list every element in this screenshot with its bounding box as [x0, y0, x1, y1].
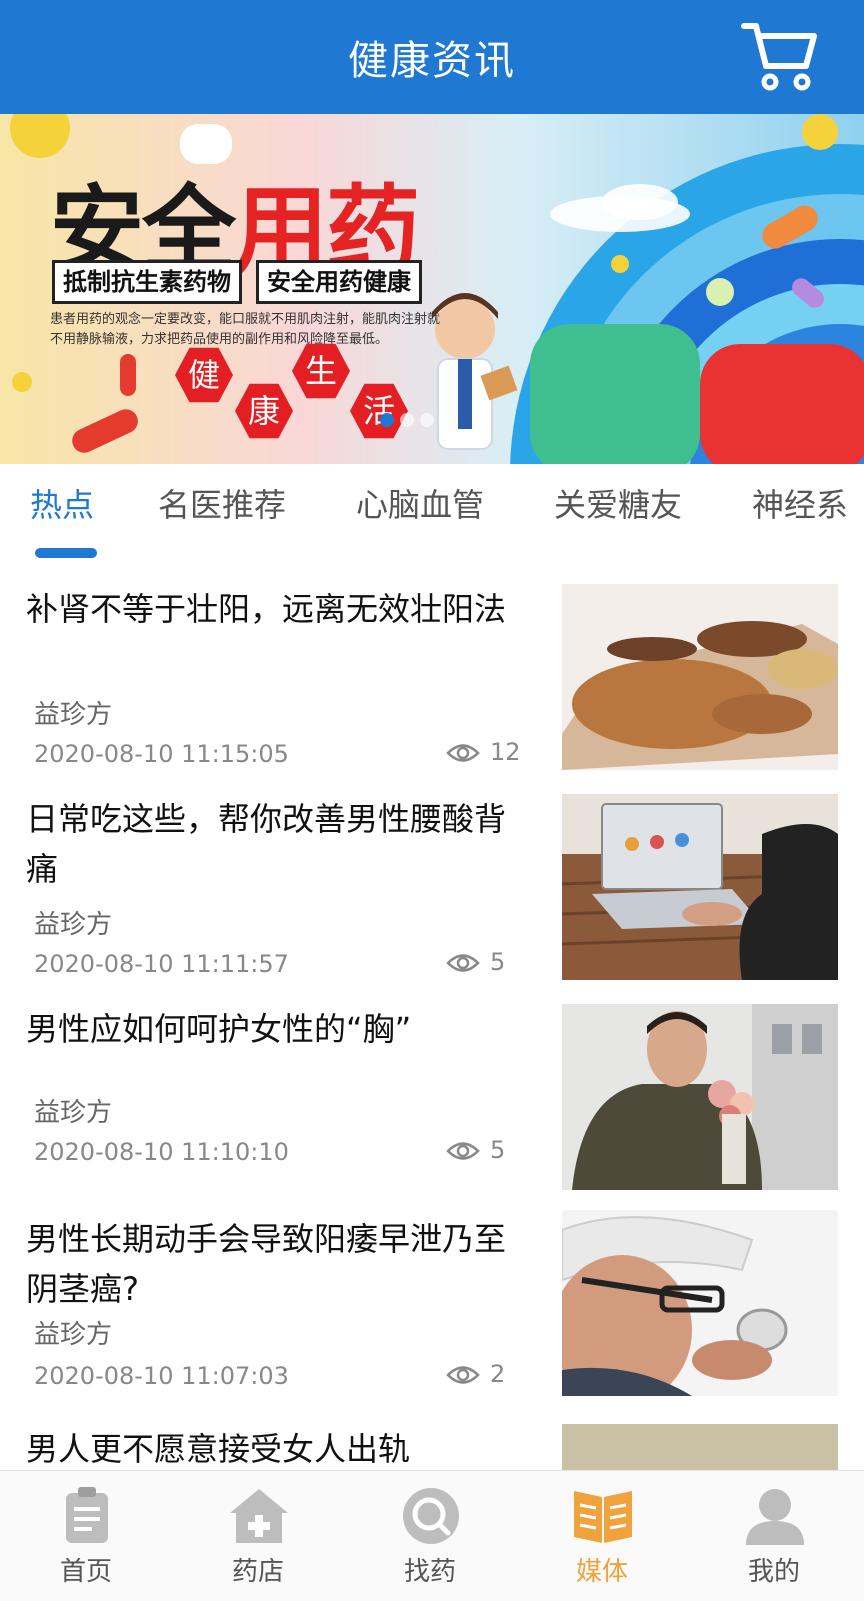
man-helmet-photo[interactable] — [562, 1210, 838, 1396]
carousel-dot[interactable] — [380, 413, 394, 427]
tabbar-item-home[interactable]: 首页 — [0, 1471, 172, 1601]
article-source: 益珍方 — [34, 1320, 113, 1350]
carousel-indicator[interactable] — [380, 412, 440, 431]
article-date: 2020-08-10 11:11:57 — [34, 950, 289, 978]
tab-cardio[interactable]: 心脑血管 — [356, 480, 484, 526]
article-source: 益珍方 — [34, 910, 113, 940]
pharmacy-icon — [230, 1489, 288, 1543]
tabbar-item-pharmacy[interactable]: 药店 — [172, 1471, 344, 1601]
bottom-tab-bar: 首页 药店 找药 媒体 我的 — [0, 1470, 864, 1601]
clipboard-icon — [66, 1487, 108, 1543]
book-icon — [574, 1491, 632, 1543]
list-item[interactable]: 男人更不愿意接受女人出轨 — [0, 1404, 864, 1470]
article-date: 2020-08-10 11:07:03 — [34, 1362, 289, 1390]
app-header: 健康资讯 — [0, 0, 864, 114]
article-title[interactable]: 男性长期动手会导致阳痿早泄乃至阴茎癌? — [26, 1214, 526, 1314]
view-count-value: 5 — [490, 1136, 506, 1164]
view-count: 5 — [446, 948, 505, 976]
search-icon — [403, 1488, 459, 1544]
tabbar-item-profile[interactable]: 我的 — [688, 1471, 860, 1601]
list-item[interactable]: 男性长期动手会导致阳痿早泄乃至阴茎癌? 益珍方 2020-08-10 11:07… — [0, 1194, 864, 1404]
category-tabs: 热点 名医推荐 心脑血管 关爱糖友 神经系 — [0, 464, 864, 564]
cart-icon[interactable] — [740, 18, 820, 94]
tabbar-label: 找药 — [403, 1557, 456, 1587]
eye-icon — [446, 744, 480, 762]
article-source: 益珍方 — [34, 700, 113, 730]
list-item[interactable]: 日常吃这些，帮你改善男性腰酸背痛 益珍方 2020-08-10 11:11:57… — [0, 774, 864, 984]
man-flowers-photo[interactable] — [562, 1004, 838, 1190]
tab-hot[interactable]: 热点 — [30, 480, 94, 526]
article-date: 2020-08-10 11:10:10 — [34, 1138, 289, 1166]
promo-banner[interactable]: 安全用药 抵制抗生素药物 安全用药健康 患者用药的观念一定要改变，能口服就不用肌… — [0, 114, 864, 464]
tabbar-label: 媒体 — [575, 1557, 628, 1587]
page-title: 健康资讯 — [348, 38, 516, 84]
article-title[interactable]: 补肾不等于壮阳，远离无效壮阳法 — [26, 584, 526, 634]
tab-active-indicator — [35, 548, 97, 558]
tabbar-label: 首页 — [59, 1557, 112, 1587]
tab-diabetes[interactable]: 关爱糖友 — [554, 480, 682, 526]
list-item[interactable]: 补肾不等于壮阳，远离无效壮阳法 益珍方 2020-08-10 11:15:05 … — [0, 564, 864, 774]
view-count-value: 2 — [490, 1360, 506, 1388]
article-date: 2020-08-10 11:15:05 — [34, 740, 289, 768]
tab-neurology[interactable]: 神经系 — [752, 480, 848, 526]
view-count: 5 — [446, 1136, 505, 1164]
view-count-value: 12 — [490, 738, 521, 766]
article-list: 补肾不等于壮阳，远离无效壮阳法 益珍方 2020-08-10 11:15:05 … — [0, 564, 864, 1470]
view-count: 2 — [446, 1360, 505, 1388]
nuts-photo[interactable] — [562, 584, 838, 770]
partial-photo[interactable] — [562, 1424, 838, 1470]
carousel-dot[interactable] — [420, 413, 434, 427]
user-icon — [746, 1489, 804, 1545]
banner-tag-1: 抵制抗生素药物 — [52, 260, 242, 304]
article-title[interactable]: 日常吃这些，帮你改善男性腰酸背痛 — [26, 794, 526, 894]
banner-tag-2: 安全用药健康 — [256, 260, 422, 304]
eye-icon — [446, 1366, 480, 1384]
tabbar-label: 我的 — [747, 1557, 800, 1587]
tabbar-label: 药店 — [231, 1557, 284, 1587]
view-count: 12 — [446, 738, 521, 766]
article-source: 益珍方 — [34, 1098, 113, 1128]
tab-famous-doctors[interactable]: 名医推荐 — [158, 480, 286, 526]
article-title[interactable]: 男性应如何呵护女性的“胸” — [26, 1004, 526, 1054]
eye-icon — [446, 1142, 480, 1160]
carousel-dot[interactable] — [400, 413, 414, 427]
eye-icon — [446, 954, 480, 972]
banner-description: 患者用药的观念一定要改变，能口服就不用肌肉注射，能肌肉注射就不用静脉输液，力求把… — [50, 312, 441, 347]
tabbar-item-media[interactable]: 媒体 — [516, 1471, 688, 1601]
laptop-photo[interactable] — [562, 794, 838, 980]
article-title[interactable]: 男人更不愿意接受女人出轨 — [26, 1424, 526, 1470]
view-count-value: 5 — [490, 948, 506, 976]
tabbar-item-find-medicine[interactable]: 找药 — [344, 1471, 516, 1601]
list-item[interactable]: 男性应如何呵护女性的“胸” 益珍方 2020-08-10 11:10:10 5 — [0, 984, 864, 1194]
